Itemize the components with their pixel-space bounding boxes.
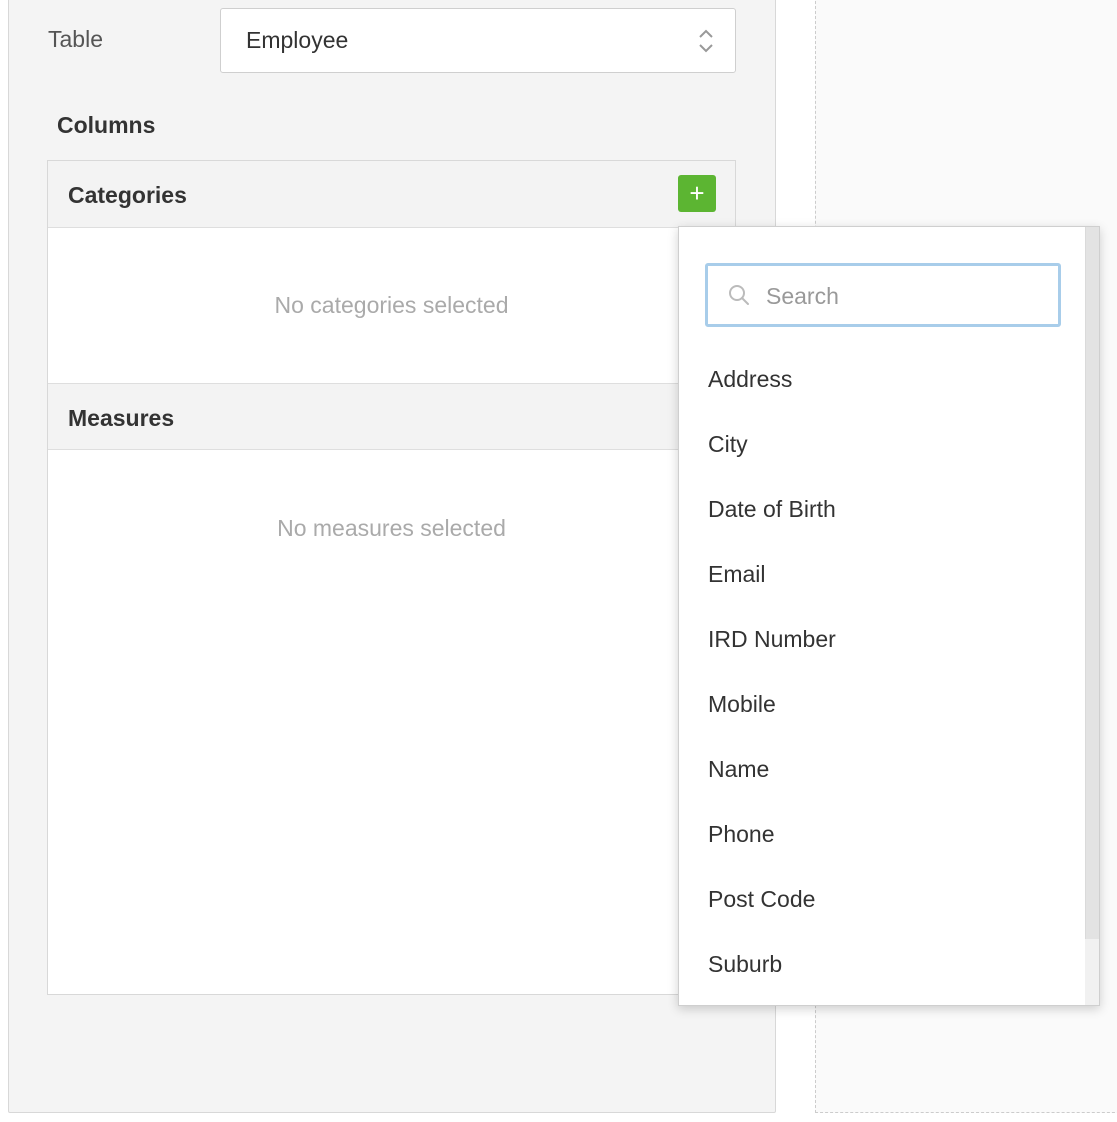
columns-heading: Columns — [57, 112, 156, 138]
option-list: Address City Date of Birth Email IRD Num… — [679, 347, 1087, 997]
categories-empty-text: No categories selected — [274, 292, 509, 318]
search-field[interactable] — [705, 263, 1061, 327]
columns-box: Categories + No categories selected Meas… — [47, 160, 736, 995]
option-city[interactable]: City — [679, 412, 1087, 477]
chevron-up-down-icon — [699, 29, 713, 53]
column-picker-dropdown: Address City Date of Birth Email IRD Num… — [678, 226, 1100, 1006]
scrollbar-track[interactable] — [1085, 227, 1099, 1005]
categories-header: Categories + — [48, 161, 735, 228]
measures-title: Measures — [68, 405, 175, 431]
option-suburb[interactable]: Suburb — [679, 932, 1087, 997]
measures-empty-text: No measures selected — [277, 515, 506, 541]
table-select[interactable]: Employee — [220, 8, 736, 73]
option-post-code[interactable]: Post Code — [679, 867, 1087, 932]
option-ird-number[interactable]: IRD Number — [679, 607, 1087, 672]
search-icon — [729, 285, 749, 305]
measures-header: Measures — [48, 383, 735, 450]
categories-title: Categories — [68, 182, 187, 208]
option-phone[interactable]: Phone — [679, 802, 1087, 867]
option-email[interactable]: Email — [679, 542, 1087, 607]
option-name[interactable]: Name — [679, 737, 1087, 802]
search-input[interactable] — [764, 266, 1048, 326]
option-address[interactable]: Address — [679, 347, 1087, 412]
table-select-value: Employee — [246, 27, 349, 53]
add-category-button[interactable]: + — [678, 175, 716, 212]
option-mobile[interactable]: Mobile — [679, 672, 1087, 737]
report-builder-page: Table Employee Columns Categories + No c… — [0, 0, 1117, 1122]
table-label: Table — [48, 26, 103, 52]
option-date-of-birth[interactable]: Date of Birth — [679, 477, 1087, 542]
scrollbar-thumb[interactable] — [1085, 227, 1099, 939]
